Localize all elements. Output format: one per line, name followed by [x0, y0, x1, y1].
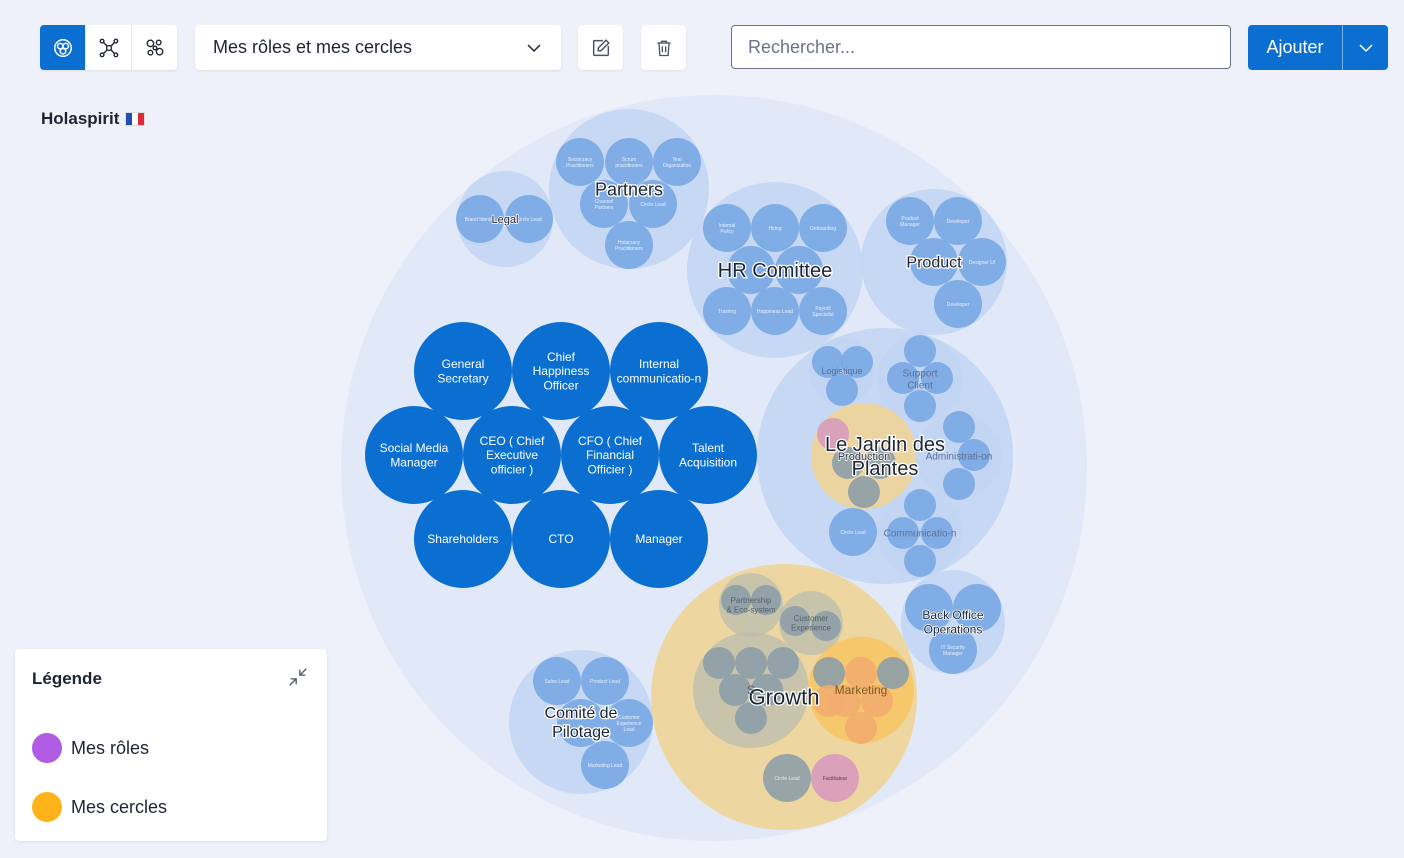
bubble-label-jardin-r1: Circle Lead — [840, 530, 866, 536]
bubble-label-bo-r3: IT Security Manager — [941, 645, 965, 657]
legend-dot-circles — [32, 792, 62, 822]
bubble-label-partnership: Partnership & Eco-system — [726, 596, 776, 615]
bubble-label-hr-r7: Happiness Lead — [757, 309, 793, 315]
bubble-sup-r1[interactable] — [904, 335, 936, 367]
bubble-label-partners-r6: Holacracy Practitioners — [615, 240, 643, 252]
bubble-label-legal-r2: Circle Lead — [516, 217, 542, 223]
legend-item-roles: Mes rôles — [32, 733, 149, 763]
bubble-adm-r3[interactable] — [943, 468, 975, 500]
bubble-label-product-r5: Developer — [947, 302, 970, 308]
bubble-label-support: Support Client — [902, 369, 937, 392]
bubble-label-product-r4: Designer UI — [969, 260, 995, 266]
bubble-label-com-r2: Product Lead — [590, 679, 620, 685]
bubble-label-production: Production — [838, 451, 891, 463]
bubble-label-hr: HR Comittee — [718, 260, 832, 282]
legend-label-circles: Mes cercles — [71, 796, 168, 817]
bubble-log-r3[interactable] — [826, 374, 858, 406]
legend-label-roles: Mes rôles — [71, 737, 150, 758]
bubble-adm-r1[interactable] — [943, 411, 975, 443]
bubble-label-hr-r1: Internal Policy — [719, 223, 736, 235]
bubble-label-hr-r3: Onboarding — [810, 226, 836, 232]
bubble-comm-r4[interactable] — [904, 545, 936, 577]
bubble-label-com-r5: Marketing Lead — [588, 763, 623, 769]
legend-item-circles: Mes cercles — [32, 792, 167, 822]
bubble-label-marketing: Marketing — [835, 683, 888, 697]
bubble-label-logistique: Logistique — [821, 366, 862, 376]
legend-title: Légende — [32, 669, 102, 688]
collapse-icon[interactable] — [287, 666, 309, 688]
bubble-s-r3[interactable] — [767, 647, 799, 679]
bubble-label-partners-r1: Sociocracy Practitioners — [566, 157, 594, 169]
bubble-label-backoffice: Back Office Operations — [922, 608, 983, 636]
legend-panel: Légende Mes rôles Mes cercles — [15, 649, 327, 841]
bubble-label-role-10: Manager — [635, 532, 682, 546]
bubble-mk-r7[interactable] — [845, 712, 877, 744]
bubble-label-role-9: CTO — [548, 532, 573, 546]
bubble-label-product-r1: Product Manager — [900, 216, 920, 228]
bubble-label-com-r1: Sales Lead — [544, 679, 569, 685]
bubble-sup-r4[interactable] — [904, 390, 936, 422]
bubble-label-product-r2: Developer — [947, 219, 970, 225]
bubble-label-role-8: Shareholders — [427, 532, 498, 546]
bubble-label-hr-r2: Hiring — [768, 226, 781, 232]
bubble-label-cx: Customer Experience — [791, 614, 832, 633]
bubble-s-r1[interactable] — [703, 647, 735, 679]
bubble-label-legal: Legal — [492, 214, 519, 226]
bubble-label-partners: Partners — [595, 179, 663, 199]
bubble-label-growth-r1: Circle Lead — [774, 776, 800, 782]
bubble-comm-r1[interactable] — [904, 489, 936, 521]
bubble-label-sales: S — [747, 683, 755, 697]
bubble-label-product: Product — [906, 255, 962, 272]
bubble-label-growth-r2: Facilitateur — [823, 776, 848, 782]
bubble-label-partners-r5: Circle Lead — [640, 202, 666, 208]
bubble-label-comm: Communicatio-n — [884, 529, 957, 540]
bubble-prod-r4[interactable] — [848, 476, 880, 508]
bubble-s-r2[interactable] — [735, 647, 767, 679]
bubble-label-partners-r4: Channel Partners — [595, 199, 614, 211]
bubble-label-growth: Growth — [749, 685, 820, 710]
bubble-label-hr-r6: Training — [718, 309, 736, 315]
bubble-label-admin: Administrati-on — [926, 452, 993, 463]
legend-dot-roles — [32, 733, 62, 763]
bubble-label-role-1: General Secretary — [437, 357, 488, 385]
